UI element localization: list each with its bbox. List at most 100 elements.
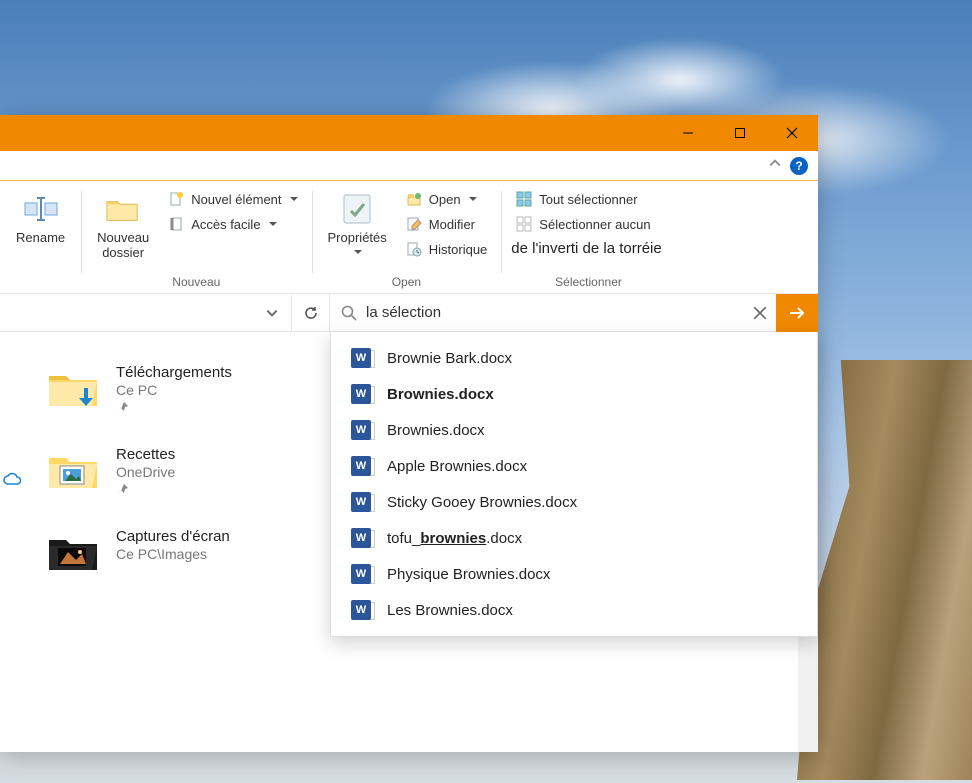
suggestion-text: Brownies.docx	[387, 386, 494, 403]
suggestion-text: Les Brownies.docx	[387, 602, 513, 619]
suggestion-text: Physique Brownies.docx	[387, 566, 550, 583]
suggestion-item[interactable]: Brownies.docx	[331, 376, 817, 412]
suggestion-item[interactable]: Physique Brownies.docx	[331, 556, 817, 592]
ribbon-group-rename: Rename	[6, 187, 81, 291]
search-go-button[interactable]	[776, 294, 818, 332]
cloud-sync-icon	[2, 472, 22, 491]
file-entry[interactable]: RecettesOneDrive	[30, 446, 320, 500]
suggestion-text: Brownie Bark.docx	[387, 350, 512, 367]
properties-button[interactable]: Propriétés	[320, 187, 395, 258]
file-icon	[30, 528, 100, 574]
refresh-button[interactable]	[291, 295, 329, 331]
chevron-down-icon	[469, 197, 477, 201]
chevron-down-icon	[290, 197, 298, 201]
file-list: TéléchargementsCe PC RecettesOneDrive Capt…	[0, 332, 330, 752]
suggestion-item[interactable]: Sticky Gooey Brownies.docx	[331, 484, 817, 520]
clear-search-button[interactable]	[744, 297, 776, 329]
file-icon	[30, 446, 100, 492]
file-title: Recettes	[116, 446, 175, 463]
chevron-down-icon	[269, 222, 277, 226]
file-explorer-window: ? Rename Nouveau dossier	[0, 115, 818, 752]
history-label: Historique	[429, 242, 488, 257]
properties-label: Propriétés	[328, 231, 387, 246]
select-none-icon	[515, 215, 533, 233]
rename-icon	[23, 191, 59, 227]
suggestion-text: tofu_brownies.docx	[387, 530, 522, 547]
search-input[interactable]	[360, 298, 744, 327]
content-area: TéléchargementsCe PC RecettesOneDrive Capt…	[0, 332, 818, 752]
rename-label: Rename	[16, 231, 65, 246]
select-all-label: Tout sélectionner	[539, 192, 637, 207]
suggestion-item[interactable]: Brownies.docx	[331, 412, 817, 448]
new-folder-button[interactable]: Nouveau dossier	[89, 187, 157, 265]
suggestion-item[interactable]: tofu_brownies.docx	[331, 520, 817, 556]
word-doc-icon	[351, 564, 371, 584]
chevron-down-icon	[354, 250, 362, 254]
word-doc-icon	[351, 492, 371, 512]
ribbon-group-open: Propriétés Open Mod	[312, 187, 502, 291]
rename-button[interactable]: Rename	[8, 187, 73, 250]
file-icon	[30, 364, 100, 410]
maximize-button[interactable]	[714, 115, 766, 151]
suggestion-text: Apple Brownies.docx	[387, 458, 527, 475]
search-bar	[330, 294, 818, 331]
file-title: Captures d'écran	[116, 528, 230, 545]
word-doc-icon	[351, 348, 371, 368]
easy-access-button[interactable]: Accès facile	[161, 212, 303, 236]
file-location: Ce PC	[116, 382, 232, 398]
word-doc-icon	[351, 528, 371, 548]
suggestion-item[interactable]: Brownie Bark.docx	[331, 340, 817, 376]
search-suggestions-dropdown: Brownie Bark.docx Brownies.docx Brownies.d…	[330, 332, 818, 637]
select-all-icon	[515, 190, 533, 208]
suggestion-text: Brownies.docx	[387, 422, 485, 439]
select-all-button[interactable]: Tout sélectionner	[509, 187, 667, 211]
new-item-button[interactable]: Nouvel élément	[161, 187, 303, 211]
close-button[interactable]	[766, 115, 818, 151]
file-entry[interactable]: Captures d'écranCe PC\Images	[30, 528, 320, 574]
word-doc-icon	[351, 384, 371, 404]
pin-icon	[116, 401, 232, 418]
new-item-icon	[167, 190, 185, 208]
word-doc-icon	[351, 600, 371, 620]
edit-button[interactable]: Modifier	[399, 212, 494, 236]
group-label-select: Sélectionner	[555, 273, 622, 291]
group-label-new: Nouveau	[172, 273, 220, 291]
file-title: Téléchargements	[116, 364, 232, 381]
file-location: Ce PC\Images	[116, 546, 230, 562]
group-label-open: Open	[392, 273, 421, 291]
minimize-button[interactable]	[662, 115, 714, 151]
easy-access-icon	[167, 215, 185, 233]
word-doc-icon	[351, 456, 371, 476]
folder-icon	[105, 191, 141, 227]
select-none-label: Sélectionner aucun	[539, 217, 650, 232]
ribbon-header: ?	[0, 151, 818, 181]
file-entry[interactable]: TéléchargementsCe PC	[30, 364, 320, 418]
new-folder-label: Nouveau dossier	[97, 231, 149, 261]
easy-access-label: Accès facile	[191, 217, 260, 232]
ribbon-group-select: Tout sélectionner Sélectionner aucun de …	[501, 187, 675, 291]
suggestion-item[interactable]: Apple Brownies.docx	[331, 448, 817, 484]
new-item-label: Nouvel élément	[191, 192, 281, 207]
collapse-ribbon-icon[interactable]	[768, 156, 782, 175]
address-search-bar	[0, 294, 818, 332]
suggestion-item[interactable]: Les Brownies.docx	[331, 592, 817, 628]
help-icon[interactable]: ?	[790, 157, 808, 175]
open-icon	[405, 190, 423, 208]
invert-selection-button[interactable]: de l'inverti de la torréie	[509, 237, 667, 260]
history-button[interactable]: Historique	[399, 237, 494, 261]
open-button[interactable]: Open	[399, 187, 494, 211]
ribbon-group-new: Nouveau dossier Nouvel élément	[81, 187, 311, 291]
file-location: OneDrive	[116, 464, 175, 480]
edit-icon	[405, 215, 423, 233]
history-icon	[405, 240, 423, 258]
pin-icon	[116, 483, 175, 500]
address-bar[interactable]	[0, 294, 330, 331]
suggestion-text: Sticky Gooey Brownies.docx	[387, 494, 577, 511]
word-doc-icon	[351, 420, 371, 440]
title-bar[interactable]	[0, 115, 818, 151]
invert-selection-label: de l'inverti de la torréie	[511, 240, 661, 257]
address-dropdown-button[interactable]	[253, 295, 291, 331]
open-label: Open	[429, 192, 461, 207]
select-none-button[interactable]: Sélectionner aucun	[509, 212, 667, 236]
search-icon	[338, 304, 360, 322]
